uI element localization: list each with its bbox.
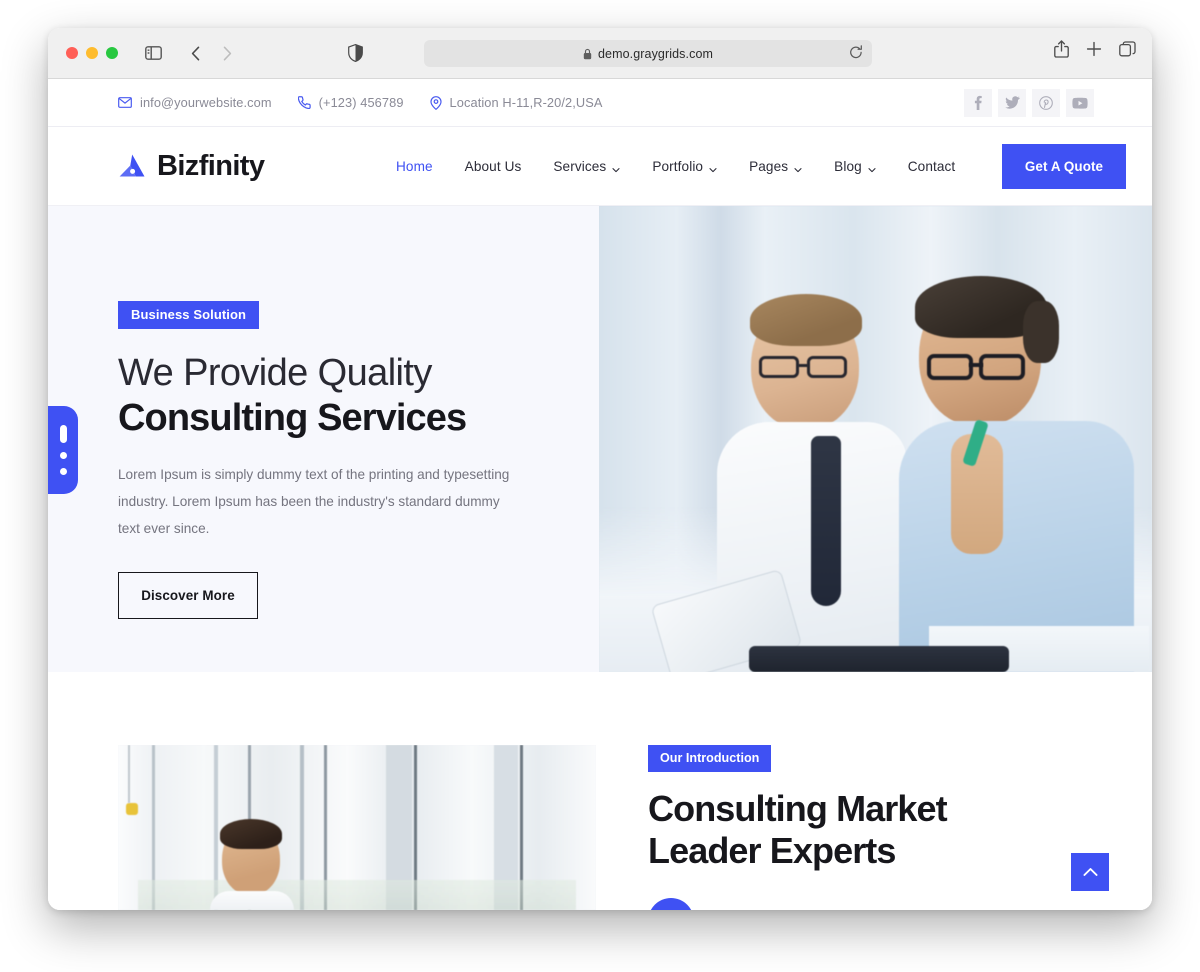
intro-content: Our Introduction Consulting Market Leade… [648, 745, 1078, 910]
youtube-icon[interactable] [1066, 88, 1094, 117]
nav-item-pages[interactable]: Pages [749, 159, 802, 174]
share-icon[interactable] [1054, 40, 1069, 58]
chevron-down-icon [868, 162, 876, 173]
hero-badge: Business Solution [118, 301, 260, 329]
close-window-button[interactable] [66, 47, 78, 59]
nav-item-about-us[interactable]: About Us [465, 159, 522, 174]
scroll-to-top-button[interactable] [1071, 853, 1109, 891]
intro-image [118, 745, 596, 910]
privacy-shield-icon[interactable] [348, 43, 363, 67]
sidebar-toggle-icon[interactable] [140, 40, 166, 66]
intro-feature-item: Grow Your Business With US [648, 898, 1078, 910]
lock-icon [583, 48, 592, 60]
nav-item-services[interactable]: Services [553, 159, 620, 174]
contact-email[interactable]: info@yourwebsite.com [118, 95, 272, 110]
hero-image [599, 206, 1152, 672]
tab-overview-icon[interactable] [1119, 41, 1136, 57]
slider-dot-1[interactable] [59, 425, 67, 443]
contact-location-text: Location H-11,R-20/2,USA [449, 95, 603, 110]
chevron-up-icon [1082, 867, 1098, 877]
nav-item-label: Contact [907, 158, 956, 174]
contact-phone-text: (+123) 456789 [318, 95, 404, 110]
intro-section: Our Introduction Consulting Market Leade… [48, 672, 1152, 910]
nav-item-contact[interactable]: Contact [908, 159, 956, 174]
contact-location[interactable]: Location H-11,R-20/2,USA [429, 95, 603, 110]
contact-email-text: info@yourwebsite.com [140, 95, 272, 110]
page-viewport: info@yourwebsite.com (+123) 456789 Locat… [48, 79, 1152, 910]
minimize-window-button[interactable] [86, 47, 98, 59]
discover-more-button[interactable]: Discover More [118, 572, 258, 620]
hero-description: Lorem Ipsum is simply dummy text of the … [118, 466, 510, 537]
location-pin-icon [429, 95, 442, 110]
maximize-window-button[interactable] [106, 47, 118, 59]
window-controls [66, 47, 118, 59]
hero-section: Business Solution We Provide Quality Con… [48, 206, 1152, 672]
reload-icon[interactable] [849, 45, 863, 65]
hero-content: Business Solution We Provide Quality Con… [118, 301, 548, 620]
twitter-icon[interactable] [998, 88, 1026, 117]
chevron-down-icon [612, 162, 620, 173]
intro-title-line1: Consulting Market [648, 788, 948, 829]
intro-badge: Our Introduction [648, 745, 772, 772]
nav-item-portfolio[interactable]: Portfolio [652, 159, 717, 174]
main-navigation: Home About Us Services Portfolio Pages B… [396, 159, 955, 174]
social-links [964, 88, 1094, 117]
intro-title: Consulting Market Leader Experts [648, 788, 1078, 872]
intro-title-line2: Leader Experts [648, 830, 896, 872]
hero-slider-dots [48, 406, 78, 494]
slider-dot-3[interactable] [59, 468, 67, 475]
logo-text: Bizfinity [157, 149, 265, 182]
contact-info-list: info@yourwebsite.com (+123) 456789 Locat… [118, 95, 603, 110]
hero-title: We Provide Quality Consulting Services [118, 351, 548, 441]
site-topbar: info@yourwebsite.com (+123) 456789 Locat… [48, 79, 1152, 127]
browser-window: demo.graygrids.com info@yourwebsite.com … [48, 28, 1152, 910]
slider-dot-2[interactable] [59, 452, 67, 459]
contact-phone[interactable]: (+123) 456789 [297, 95, 404, 110]
phone-icon [297, 96, 311, 109]
site-header: Bizfinity Home About Us Services Portfol… [48, 127, 1152, 206]
hero-title-line2: Consulting Services [118, 396, 467, 439]
nav-item-label: Blog [834, 158, 862, 174]
mail-icon [118, 97, 132, 108]
site-logo[interactable]: Bizfinity [118, 149, 265, 183]
nav-item-label: Home [396, 158, 433, 174]
chevron-down-icon [709, 162, 717, 173]
nav-item-blog[interactable]: Blog [834, 159, 876, 174]
facebook-icon[interactable] [964, 88, 992, 117]
new-tab-icon[interactable] [1086, 41, 1102, 57]
nav-item-label: Pages [749, 158, 789, 174]
pinterest-icon[interactable] [1032, 88, 1060, 117]
address-bar[interactable]: demo.graygrids.com [424, 40, 872, 67]
browser-toolbar: demo.graygrids.com [48, 28, 1152, 79]
forward-button[interactable] [214, 40, 240, 66]
nav-item-label: About Us [464, 158, 522, 174]
get-a-quote-button[interactable]: Get A Quote [1002, 143, 1126, 189]
hero-title-line1: We Provide Quality [118, 352, 432, 394]
toolbar-actions [1054, 40, 1136, 58]
nav-item-label: Portfolio [652, 158, 704, 174]
bizfinity-mountain-logo-icon [118, 153, 148, 179]
url-text: demo.graygrids.com [597, 46, 714, 61]
chart-growth-icon [648, 898, 694, 910]
nav-item-home[interactable]: Home [396, 159, 433, 174]
chevron-down-icon [794, 162, 802, 173]
nav-item-label: Services [553, 158, 607, 174]
back-button[interactable] [182, 40, 208, 66]
